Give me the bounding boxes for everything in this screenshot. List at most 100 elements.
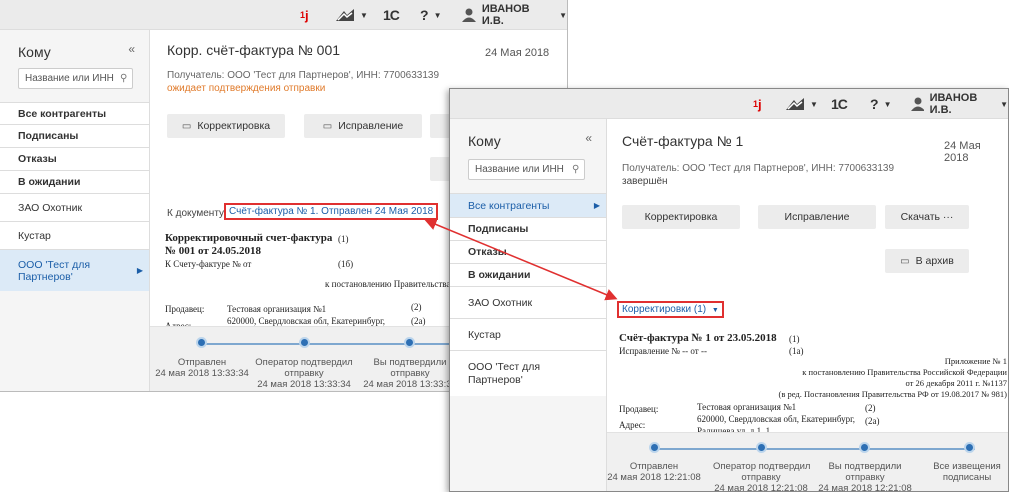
download-button-partial[interactable] [430,114,450,138]
counterparty-list: Все контрагенты ▶ Подписаны Отказы В ожи… [450,193,606,396]
sidebar-item-test-partners[interactable]: ООО 'Тест для Партнеров' [450,350,606,396]
step-title: Отправлен [177,357,227,368]
search-input[interactable]: Название или ИНН ⚲ [468,159,585,180]
marker-1: (1) [338,234,349,244]
one-c-icon[interactable]: 1С [383,0,400,30]
preview-line2: Исправление № -- от -- [619,346,707,356]
sidebar-item-signed[interactable]: Подписаны [0,124,149,147]
recipient-info: Получатель: ООО 'Тест для Партнеров', ИН… [167,70,440,81]
user-menu[interactable]: ИВАНОВ И.В. ▼ [462,0,567,30]
marker-2a: (2а) [411,316,426,326]
corrections-label: Корректировки (1) [622,304,707,315]
sidebar-item-label: ООО 'Тест для Партнеров' [18,258,91,283]
collapse-icon[interactable]: « [128,42,135,56]
marker-2: (2) [411,302,422,312]
timeline-track [655,448,975,450]
sidebar-item-okhotnik[interactable]: ЗАО Охотник [450,286,606,318]
help-icon: ? [870,96,879,112]
top-bar: 1j ▼ 1С ? ▼ ИВАНОВ И.В. ▼ [0,0,567,30]
help-menu[interactable]: ? ▼ [420,0,441,30]
step-title-cont: отправку [741,472,781,483]
step-time: 24 мая 2018 12:21:08 [714,483,808,492]
sidebar-item-kustar[interactable]: Кустар [0,221,149,249]
step-title: Вы подтвердили [373,357,447,368]
search-input[interactable]: Название или ИНН ⚲ [18,68,133,89]
sidebar-item-rejected[interactable]: Отказы [0,147,149,170]
sidebar-item-pending[interactable]: В ожидании [450,263,606,286]
help-icon: ? [420,7,429,23]
archive-button[interactable]: ▭ В архив [885,249,969,273]
timeline-step-label: Вы подтвердили отправку 24 мая 2018 12:2… [817,461,913,491]
appendix-line1: Приложение № 1 [944,356,1007,366]
document-title: Счёт-фактура № 1 [622,133,744,149]
help-menu[interactable]: ? ▼ [870,89,891,119]
notification-icon[interactable]: 1j [753,89,762,119]
download-button[interactable]: Скачать ··· [885,205,969,229]
search-placeholder: Название или ИНН [25,73,114,84]
step-title-cont: отправку [390,368,430,379]
sidebar-item-all[interactable]: Все контрагенты ▶ [450,193,606,217]
inbox-icon: ▭ [181,120,192,132]
connection-menu[interactable]: ▼ [785,89,818,119]
collapse-icon[interactable]: « [585,131,592,145]
address-label: Адрес: [619,420,646,430]
step-title-cont: подписаны [942,472,992,483]
user-name: ИВАНОВ И.В. [481,3,530,27]
timeline-step-label: Все извещения подписаны [925,461,1008,483]
corrections-dropdown[interactable]: Корректировки (1) ▼ [617,301,724,318]
sidebar-item-all[interactable]: Все контрагенты [0,102,149,124]
timeline-step-label: Отправлен 24 мая 2018 12:21:08 [606,461,702,483]
chevron-down-icon: ▼ [559,10,567,20]
marker-1a: (1а) [789,346,804,356]
chevron-right-icon: ▶ [136,265,143,275]
sidebar-title: Кому [18,44,51,60]
timeline-step-dot [859,442,870,453]
fix-button[interactable]: ▭ Исправление [304,114,422,138]
appendix-block: Приложение № 1 к постановлению Правитель… [779,356,1007,400]
correction-button[interactable]: Корректировка [622,205,740,229]
connection-menu[interactable]: ▼ [335,0,368,30]
step-title: Оператор подтвердил [255,357,353,368]
sidebar-item-signed[interactable]: Подписаны [450,217,606,240]
chevron-down-icon: ▼ [433,10,442,20]
marker-1: (1) [789,334,800,344]
correction-button-label: Корректировка [197,120,271,132]
fix-button[interactable]: Исправление [758,205,876,229]
sidebar-item-test-partners[interactable]: ООО 'Тест для Партнеров' ▶ [0,249,149,291]
address-value: 620000, Свердловская обл, Екатеринбург, [227,316,386,326]
sidebar: Кому « Название или ИНН ⚲ Все контрагент… [450,119,607,491]
download-button-label: Скачать ··· [900,211,954,223]
preview-heading-line2: № 001 от 24.05.2018 [165,245,262,257]
user-menu[interactable]: ИВАНОВ И.В. ▼ [911,89,1008,119]
step-title: Вы подтвердили [828,461,902,472]
marker-2: (2) [865,403,876,413]
preview-line2: К Счету-фактуре № от [165,259,252,269]
search-placeholder: Название или ИНН [475,164,564,175]
signal-icon [336,9,354,21]
step-title: Все извещения [933,461,1001,472]
marker-1b: (1б) [338,259,354,269]
one-c-icon[interactable]: 1С [831,89,848,119]
timeline-step-label: Вы подтвердили отправку 24 мая 2018 13:3… [360,357,460,390]
notification-icon[interactable]: 1j [300,0,309,30]
step-title: Отправлен [629,461,679,472]
timeline-step-dot [196,337,207,348]
sidebar-item-kustar[interactable]: Кустар [450,318,606,350]
reference-prefix: К документу: [167,208,227,219]
seller-value: Тестовая организация №1 [697,402,797,412]
step-title-cont: отправку [845,472,885,483]
timeline-step-dot [649,442,660,453]
document-status: завершён [622,176,668,187]
user-icon [462,8,476,22]
sidebar-item-rejected[interactable]: Отказы [450,240,606,263]
correction-button[interactable]: ▭ Корректировка [167,114,285,138]
sidebar-item-okhotnik[interactable]: ЗАО Охотник [0,193,149,221]
reference-document-link[interactable]: Счёт-фактура № 1. Отправлен 24 Мая 2018 [224,203,439,220]
sidebar-item-pending[interactable]: В ожидании [0,170,149,193]
chevron-down-icon: ▼ [711,307,719,314]
sidebar-title: Кому [468,133,501,149]
archive-button-partial[interactable] [430,157,450,181]
timeline-step-dot [756,442,767,453]
search-icon: ⚲ [120,73,128,84]
timeline-step-label: Отправлен 24 мая 2018 13:33:34 [152,357,252,379]
